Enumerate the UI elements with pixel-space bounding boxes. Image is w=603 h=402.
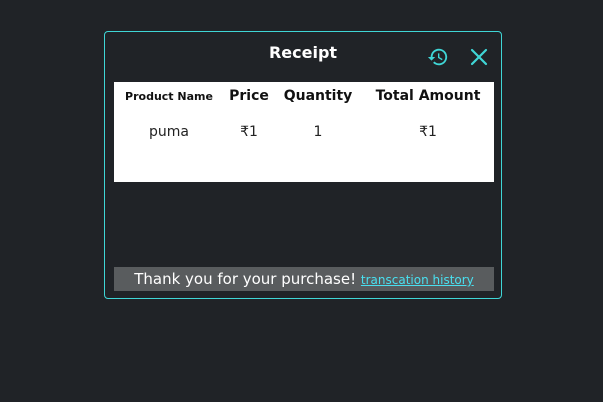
table-header-row: Product Name Price Quantity Total Amount: [114, 82, 494, 110]
cell-total-amount: ₹1: [419, 124, 437, 140]
table-row: puma ₹1 1 ₹1: [114, 110, 494, 154]
column-header-quantity: Quantity: [283, 88, 353, 104]
close-icon: [470, 48, 488, 66]
receipt-table: Product Name Price Quantity Total Amount…: [114, 82, 494, 154]
cell-price: ₹1: [240, 124, 258, 140]
history-icon: [427, 48, 448, 66]
receipt-table-container: Product Name Price Quantity Total Amount…: [114, 82, 494, 182]
cell-quantity: 1: [313, 124, 323, 140]
history-button[interactable]: [426, 45, 450, 69]
close-button[interactable]: [467, 45, 491, 69]
column-header-price: Price: [229, 88, 269, 104]
transaction-history-link[interactable]: transcation history: [361, 273, 474, 287]
thank-you-message: Thank you for your purchase!: [134, 270, 357, 288]
column-header-product-name: Product Name: [125, 89, 213, 103]
receipt-modal: Receipt Product Name Price Quantity Tota…: [104, 31, 502, 299]
cell-product-name: puma: [149, 124, 189, 140]
receipt-footer: Thank you for your purchase! transcation…: [114, 267, 494, 291]
column-header-total-amount: Total Amount: [375, 88, 481, 104]
